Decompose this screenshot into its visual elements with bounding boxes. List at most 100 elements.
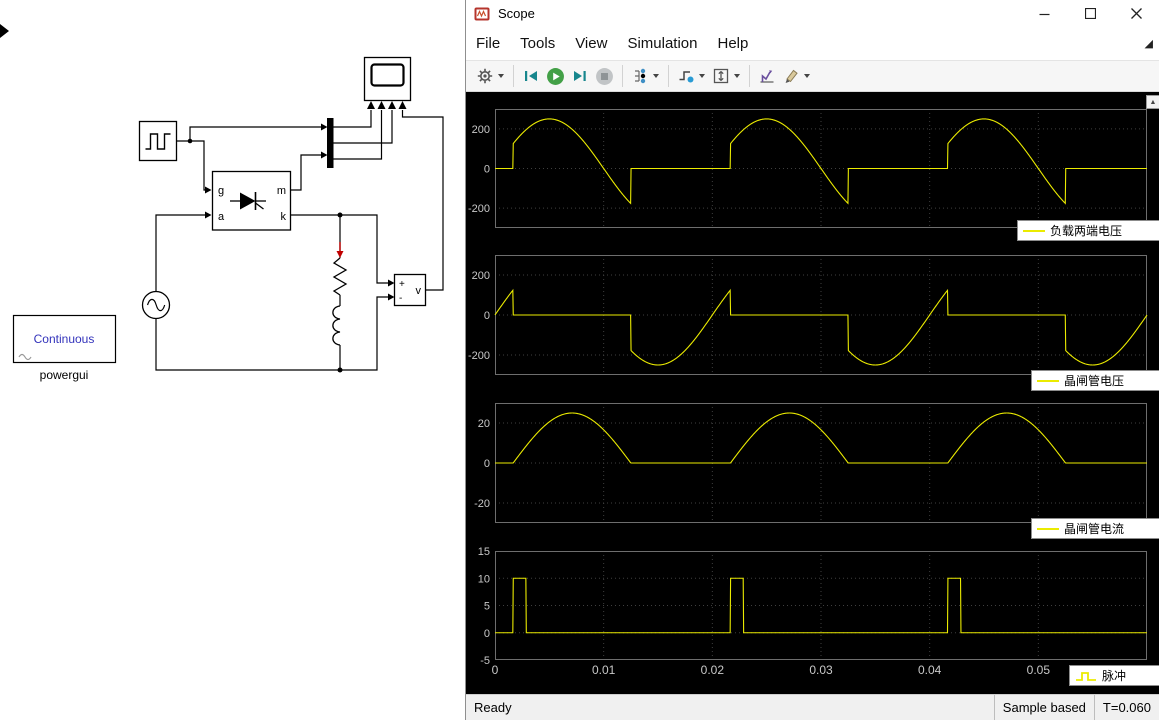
menu-simulation[interactable]: Simulation xyxy=(617,30,707,57)
plot-pulse[interactable]: 151050-5 xyxy=(466,551,1147,660)
legend-line-icon xyxy=(1037,528,1059,530)
powergui-block[interactable]: Continuous powergui xyxy=(14,316,116,383)
signal-selector-button[interactable] xyxy=(628,63,652,89)
toolbar-separator xyxy=(749,65,750,87)
legend-load-voltage[interactable]: 负载两端电压 xyxy=(1017,220,1159,241)
stop-button[interactable] xyxy=(592,63,617,89)
maximize-icon xyxy=(1085,8,1096,19)
powergui-name-label: powergui xyxy=(40,368,89,382)
minimize-icon xyxy=(1039,8,1050,19)
trigger-dropdown-caret-icon[interactable] xyxy=(699,74,705,78)
menu-help[interactable]: Help xyxy=(708,30,759,57)
plot-thyristor-current[interactable]: 200-20 xyxy=(466,403,1147,523)
signal-selector-icon xyxy=(631,67,649,85)
scope-window: Scope File Tools View Simulation Help ◢ xyxy=(465,0,1159,720)
x-tick-label: 0.04 xyxy=(913,663,947,677)
plot-load-voltage[interactable]: 2000-200 xyxy=(466,109,1147,228)
legend-thyristor-voltage[interactable]: 晶闸管电压 xyxy=(1031,370,1159,391)
scope-input-ports xyxy=(367,101,407,109)
port-label-m: m xyxy=(277,185,286,197)
x-tick-label: 0 xyxy=(478,663,512,677)
legend-line-icon xyxy=(1037,380,1059,382)
y-tick-label: -200 xyxy=(468,350,490,362)
y-tick-label: 15 xyxy=(478,546,490,558)
legend-label: 负载两端电压 xyxy=(1050,222,1122,239)
axes-scale-dropdown-caret-icon[interactable] xyxy=(734,74,740,78)
y-tick-label: 0 xyxy=(484,310,490,322)
scroll-up-button[interactable]: ▲ xyxy=(1146,95,1159,109)
y-tick-label: -200 xyxy=(468,203,490,215)
y-tick-label: 200 xyxy=(472,270,490,282)
step-forward-button[interactable] xyxy=(568,63,592,89)
signal-measure-button[interactable] xyxy=(755,63,779,89)
toolbar-separator xyxy=(513,65,514,87)
wires xyxy=(156,110,443,370)
trigger-button[interactable] xyxy=(674,63,698,89)
powergui-mode-label: Continuous xyxy=(34,332,95,346)
wire-cathode-to-vm-plus xyxy=(291,215,389,283)
legend-thyristor-current[interactable]: 晶闸管电流 xyxy=(1031,518,1159,539)
legend-label: 晶闸管电压 xyxy=(1064,372,1124,389)
canvas-edge-arrow-icon[interactable] xyxy=(0,24,9,38)
y-tick-label: 0 xyxy=(484,458,490,470)
status-cells: Sample based T=0.060 xyxy=(994,695,1159,720)
scope-screen-icon xyxy=(372,65,404,86)
window-controls xyxy=(1021,0,1159,27)
legend-step-line-icon xyxy=(1075,670,1097,682)
x-tick-label: 0.03 xyxy=(804,663,838,677)
legend-label: 脉冲 xyxy=(1102,667,1126,684)
step-forward-icon xyxy=(571,67,589,85)
settings-gear-icon xyxy=(476,67,494,85)
step-back-icon xyxy=(522,67,540,85)
ac-voltage-source-block[interactable] xyxy=(143,292,170,319)
statusbar: Ready Sample based T=0.060 xyxy=(466,694,1159,720)
y-tick-label: 0 xyxy=(484,628,490,640)
scope-app-icon xyxy=(474,6,490,22)
settings-gear-button[interactable] xyxy=(473,63,497,89)
trigger-icon xyxy=(677,67,695,85)
port-label-k: k xyxy=(281,211,287,223)
waveform-trace xyxy=(495,578,1147,633)
resistor-icon xyxy=(334,258,346,295)
menu-tools[interactable]: Tools xyxy=(510,30,565,57)
voltage-measurement-block[interactable]: + - v xyxy=(395,275,426,306)
menu-file[interactable]: File xyxy=(466,30,510,57)
signal-measure-icon xyxy=(758,67,776,85)
step-back-button[interactable] xyxy=(519,63,543,89)
wire-vm-to-scope4 xyxy=(403,110,444,290)
demux-block[interactable] xyxy=(327,118,334,168)
port-label-a: a xyxy=(218,211,225,223)
scope-plot-panel: 200 0 -200 200 0 -200 200-20 151050-5 0 0.01 0… xyxy=(466,92,1159,694)
toolbar-collapse-icon[interactable]: ◢ xyxy=(1145,37,1153,50)
series-rlc-branch-block[interactable] xyxy=(333,215,346,370)
wire-pulse-to-demux xyxy=(190,127,321,141)
y-tick-label: 200 xyxy=(472,124,490,136)
x-tick-label: 0.01 xyxy=(587,663,621,677)
close-button[interactable] xyxy=(1113,0,1159,27)
scope-block[interactable] xyxy=(365,58,411,110)
menu-view[interactable]: View xyxy=(565,30,617,57)
plot-thyristor-voltage[interactable]: 200 0 -200 xyxy=(466,255,1147,375)
toolbar-separator xyxy=(622,65,623,87)
y-tick-label: 10 xyxy=(478,573,490,585)
legend-pulse[interactable]: 脉冲 xyxy=(1069,665,1159,686)
vm-v-label: v xyxy=(416,285,422,297)
highlight-style-button[interactable] xyxy=(779,63,803,89)
minimize-button[interactable] xyxy=(1021,0,1067,27)
x-axis-labels: 00.010.020.030.040.05 xyxy=(466,662,1159,680)
settings-dropdown-caret-icon[interactable] xyxy=(498,74,504,78)
maximize-button[interactable] xyxy=(1067,0,1113,27)
close-icon xyxy=(1131,8,1142,19)
highlight-style-dropdown-caret-icon[interactable] xyxy=(804,74,810,78)
window-title: Scope xyxy=(498,6,535,21)
toolbar-separator xyxy=(668,65,669,87)
x-tick-label: 0.05 xyxy=(1021,663,1055,677)
run-button[interactable] xyxy=(543,63,568,89)
thyristor-block[interactable]: g a m k xyxy=(213,172,291,231)
pulse-generator-block[interactable] xyxy=(140,122,177,161)
axes-scale-button[interactable] xyxy=(709,63,733,89)
wire-m-to-demux xyxy=(291,155,322,190)
signal-selector-dropdown-caret-icon[interactable] xyxy=(653,74,659,78)
scope-toolbar xyxy=(466,60,1159,92)
wire-demux-to-scope2 xyxy=(334,110,382,159)
